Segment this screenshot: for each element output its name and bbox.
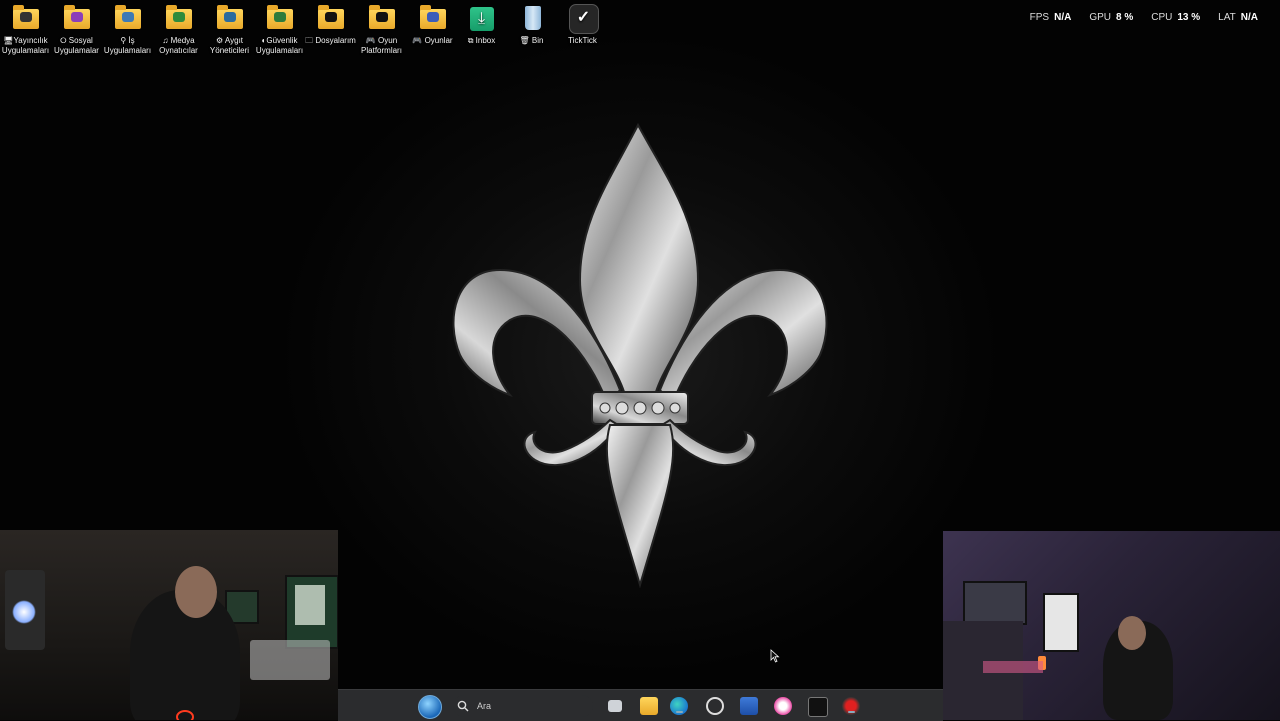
desktop-icon-ticktick[interactable]: TickTick	[557, 4, 608, 46]
desktop-icon-sosyal[interactable]: ⭘ Sosyal Uygulamalar	[51, 4, 102, 56]
folder-icon	[215, 4, 245, 32]
desktop-icon-oyun-platformlari[interactable]: 🎮 Oyun Platformları	[356, 4, 407, 56]
desktop-icon-label: ♫ Medya Oynatıcılar	[159, 36, 198, 55]
webcam-left	[0, 530, 338, 720]
desktop-icon-label: ◐Güvenlik Uygulamaları	[255, 36, 304, 55]
desktop-icon-dosyalarim[interactable]: 🗀 Dosyalarım	[305, 4, 356, 46]
performance-overlay: FPS N/A GPU 8 % CPU 13 % LAT N/A	[1030, 12, 1258, 23]
desktop-icon-label: 🖥Yayıncılık Uygulamaları	[1, 36, 50, 55]
keyboard	[983, 661, 1043, 673]
taskbar: Ara	[338, 689, 943, 721]
itunes-icon[interactable]	[774, 697, 792, 715]
desktop-icon-inbox[interactable]: ⧉ Inbox	[456, 4, 507, 46]
edge-icon[interactable]	[670, 697, 688, 715]
desktop-icons: 🖥Yayıncılık Uygulamaları ⭘ Sosyal Uygula…	[0, 4, 610, 64]
start-button[interactable]	[418, 695, 442, 719]
desktop-icon-label: ⚙ Aygıt Yöneticileri	[209, 36, 250, 55]
fleur-de-lis-wallpaper	[452, 122, 828, 589]
desktop-icon-label: TickTick	[568, 36, 597, 45]
desktop-icon-oyunlar[interactable]: 🎮 Oyunlar	[407, 4, 458, 46]
desktop-icon-guvenlik[interactable]: ◐Güvenlik Uygulamaları	[254, 4, 305, 56]
folder-icon	[62, 4, 92, 32]
cpu-stat: CPU 13 %	[1151, 12, 1201, 23]
record-app-icon[interactable]	[842, 697, 860, 715]
fps-stat: FPS N/A	[1029, 12, 1072, 23]
desktop-icon-medya[interactable]: ♫ Medya Oynatıcılar	[153, 4, 204, 56]
desktop-icon-label: 🎮 Oyun Platformları	[361, 36, 402, 55]
chatgpt-icon[interactable]	[706, 697, 724, 715]
webcam-right	[943, 531, 1280, 720]
keyboard	[250, 640, 330, 680]
folder-icon	[418, 4, 448, 32]
recycle-bin-icon	[517, 4, 547, 32]
desktop-icon-is[interactable]: ⚲ İş Uygulamaları	[102, 4, 153, 56]
mouse-cursor-icon	[770, 649, 780, 663]
folder-icon	[367, 4, 397, 32]
ip-app-icon[interactable]	[808, 697, 828, 717]
file-explorer-icon[interactable]	[640, 697, 658, 715]
gpu-stat: GPU 8 %	[1089, 12, 1134, 23]
folder-icon	[164, 4, 194, 32]
folder-icon	[11, 4, 41, 32]
search-placeholder: Ara	[477, 701, 492, 711]
ticktick-icon	[568, 4, 599, 34]
search-icon	[457, 700, 469, 712]
folder-icon	[113, 4, 143, 32]
desktop-icon-label: 🗀 Dosyalarım	[305, 36, 356, 45]
desktop-icon-yayincilik[interactable]: 🖥Yayıncılık Uygulamaları	[0, 4, 51, 56]
desktop-icon-label: 🎮 Oyunlar	[412, 36, 453, 45]
latency-stat: LAT N/A	[1218, 12, 1258, 23]
desktop-icon-label: ⚲ İş Uygulamaları	[103, 36, 152, 55]
folder-icon	[316, 4, 346, 32]
desktop-icon-aygit[interactable]: ⚙ Aygıt Yöneticileri	[204, 4, 255, 56]
inbox-icon	[467, 4, 497, 32]
task-view-icon[interactable]	[608, 700, 622, 712]
desktop-icon-label: ⧉ Inbox	[467, 36, 496, 45]
desktop-icon-label: 🗑 Bin	[519, 36, 544, 45]
mail-icon[interactable]	[740, 697, 758, 715]
search-box[interactable]: Ara	[453, 695, 593, 717]
folder-icon	[265, 4, 295, 32]
desktop-icon-label: ⭘ Sosyal Uygulamalar	[54, 36, 99, 55]
desktop-icon-bin[interactable]: 🗑 Bin	[506, 4, 557, 46]
